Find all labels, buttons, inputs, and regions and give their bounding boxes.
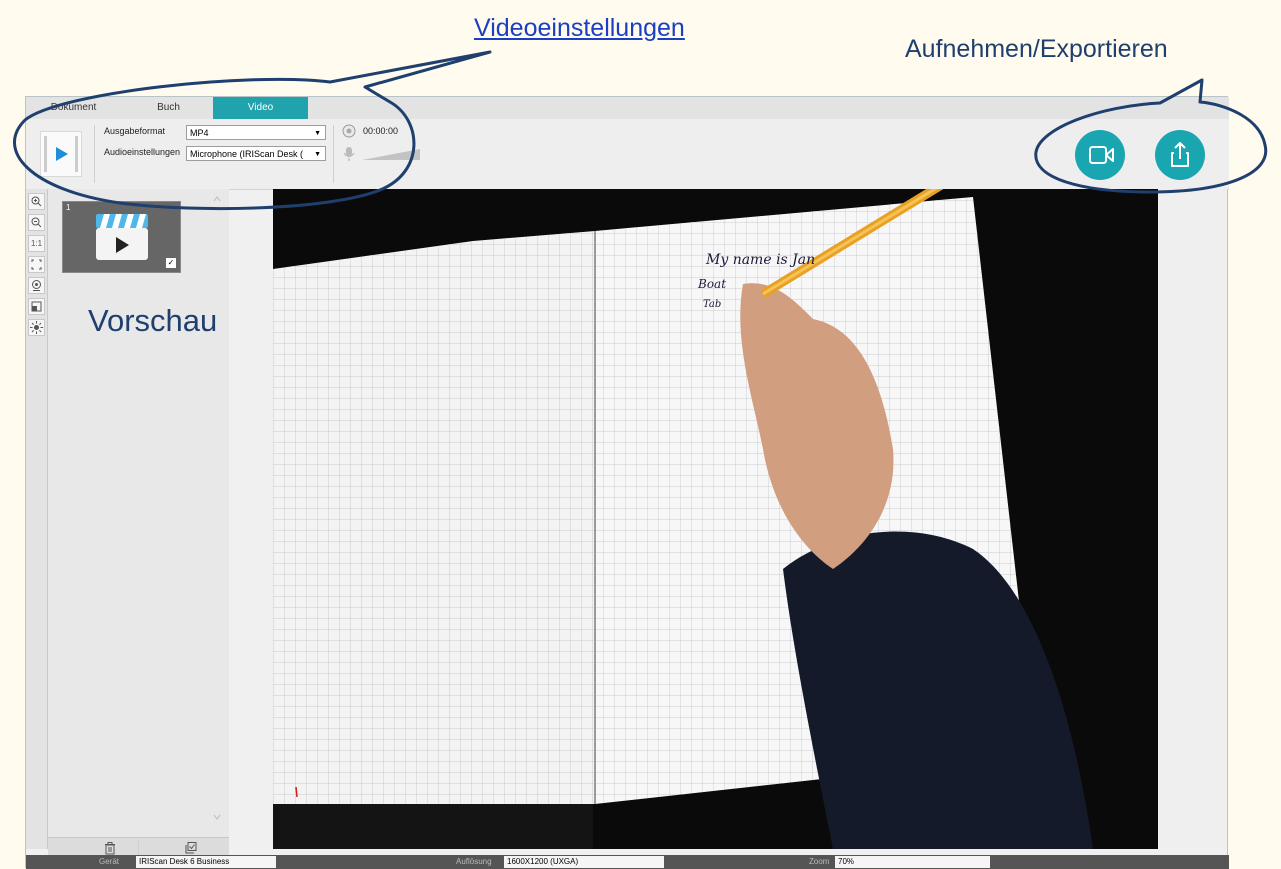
recording-timer: 00:00:00 (363, 126, 399, 136)
export-button[interactable] (1155, 130, 1205, 180)
tab-dokument[interactable]: Dokument (26, 97, 121, 119)
zoom-label: Zoom (809, 857, 830, 866)
select-all-icon[interactable] (184, 841, 198, 855)
live-camera-view: My name is Jan Boat Tab (273, 189, 1158, 849)
zoom-in-icon[interactable] (28, 193, 45, 210)
notebook-image: My name is Jan Boat Tab (273, 189, 1158, 849)
device-select[interactable]: IRIScan Desk 6 Business (136, 856, 276, 868)
resolution-label: Auflösung (456, 857, 492, 866)
viewer-right-margin (1158, 189, 1227, 849)
actual-size-icon[interactable]: 1:1 (28, 235, 45, 252)
record-button[interactable] (1075, 130, 1125, 180)
divider (94, 125, 95, 183)
audio-settings-value: Microphone (IRIScan Desk ( (190, 149, 304, 159)
view-tools-strip: 1:1 (26, 189, 48, 849)
video-clapper-icon (96, 214, 148, 260)
audio-settings-select[interactable]: Microphone (IRIScan Desk ( ▼ (186, 146, 326, 161)
video-thumbnail[interactable]: 1 ✓ (62, 201, 181, 273)
output-format-select[interactable]: MP4 ▼ (186, 125, 326, 140)
crop-icon[interactable] (28, 298, 45, 315)
status-bar: Gerät IRIScan Desk 6 Business Auflösung … (26, 855, 1229, 869)
resolution-select[interactable]: 1600X1200 (UXGA) (504, 856, 664, 868)
tab-buch[interactable]: Buch (121, 97, 216, 119)
fit-icon[interactable] (28, 256, 45, 273)
annotation-record-export: Aufnehmen/Exportieren (905, 35, 1168, 63)
audio-settings-label: Audioeinstellungen (104, 147, 181, 157)
mode-tabs: Dokument Buch Video (26, 97, 1229, 120)
annotation-video-settings[interactable]: Videoeinstellungen (474, 14, 685, 43)
thumbnail-checkbox[interactable]: ✓ (166, 258, 176, 268)
divider (333, 125, 334, 183)
chevron-down-icon: ▼ (312, 147, 321, 160)
video-toolbar: Ausgabeformat MP4 ▼ Audioeinstellungen M… (26, 119, 1229, 190)
webcam-icon[interactable] (28, 277, 45, 294)
share-export-icon (1171, 142, 1189, 167)
annotation-preview: Vorschau (88, 303, 218, 338)
video-camera-icon (1089, 146, 1114, 164)
record-indicator-icon (342, 124, 356, 138)
output-format-label: Ausgabeformat (104, 126, 166, 136)
divider (138, 840, 139, 856)
output-format-value: MP4 (190, 128, 209, 138)
handwriting-line-3: Tab (703, 299, 721, 310)
preview-panel: 1 ✓ (48, 189, 229, 849)
trash-icon[interactable] (103, 841, 117, 855)
thumbnail-number: 1 (66, 203, 71, 212)
chevron-down-icon: ▼ (314, 130, 321, 137)
device-label: Gerät (99, 857, 120, 866)
brightness-icon[interactable] (28, 319, 45, 336)
video-mode-icon (40, 131, 82, 177)
handwriting-line-2: Boat (697, 277, 726, 291)
handwriting-line-1: My name is Jan (705, 252, 815, 268)
microphone-icon (343, 147, 355, 161)
zoom-select[interactable]: 70% (835, 856, 990, 868)
audio-volume-slider[interactable] (362, 146, 422, 162)
thumbnail-scrollbar[interactable] (211, 193, 223, 823)
tab-video[interactable]: Video (213, 97, 308, 119)
app-window: Dokument Buch Video Ausgabeformat MP4 ▼ … (25, 96, 1229, 869)
zoom-out-icon[interactable] (28, 214, 45, 231)
